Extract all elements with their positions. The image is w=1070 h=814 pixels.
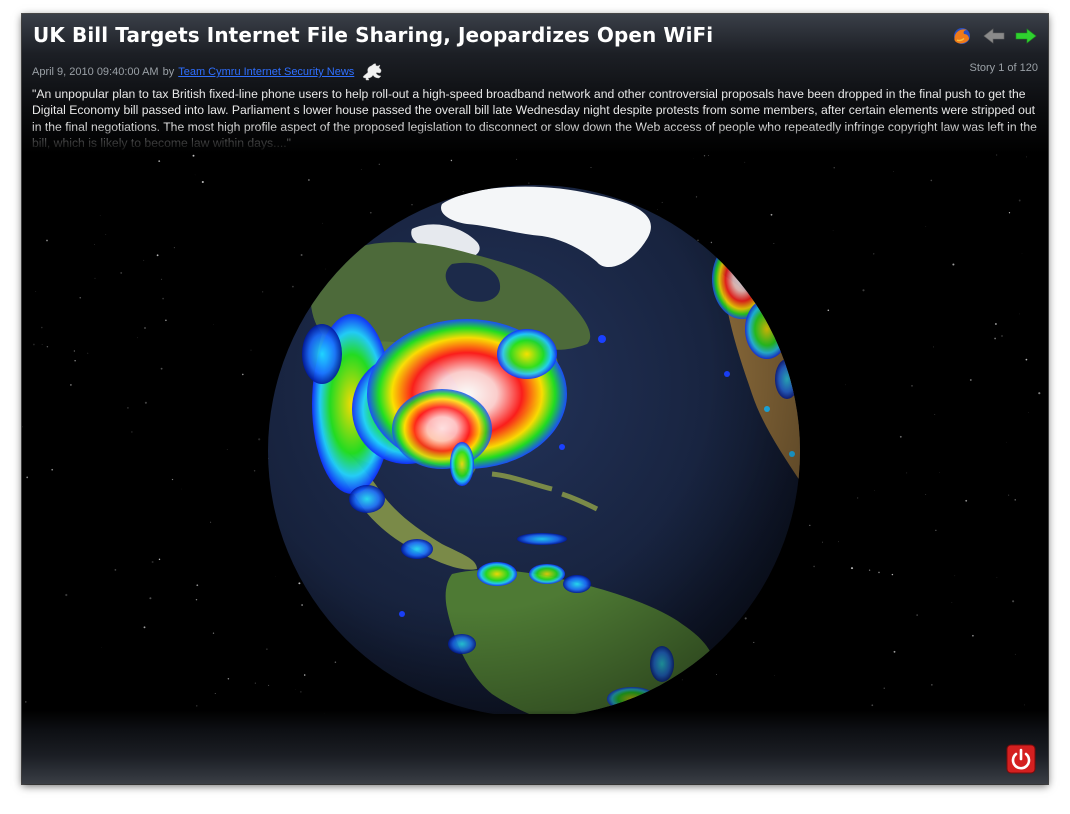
welsh-dragon-icon	[362, 63, 382, 81]
firefox-icon[interactable]	[950, 26, 974, 46]
story-byline: April 9, 2010 09:40:00 AM by Team Cymru …	[32, 62, 383, 82]
globe-viewport[interactable]	[22, 154, 1048, 717]
by-label: by	[162, 66, 175, 78]
story-navigation	[950, 26, 1038, 46]
arrow-right-icon[interactable]	[1014, 26, 1038, 46]
globe-shading	[268, 185, 800, 717]
arrow-left-icon[interactable]	[982, 26, 1006, 46]
story-date: April 9, 2010 09:40:00 AM	[32, 66, 159, 78]
power-icon[interactable]	[1006, 744, 1036, 774]
app-window: UK Bill Targets Internet File Sharing, J…	[22, 14, 1048, 784]
story-excerpt: "An unpopular plan to tax British fixed-…	[32, 87, 1037, 150]
source-link[interactable]: Team Cymru Internet Security News	[178, 66, 354, 78]
story-header: UK Bill Targets Internet File Sharing, J…	[22, 14, 1048, 154]
story-title: UK Bill Targets Internet File Sharing, J…	[33, 23, 714, 47]
footer-bar	[22, 710, 1048, 784]
story-counter: Story 1 of 120	[969, 62, 1039, 74]
globe-visualization[interactable]	[22, 154, 1048, 717]
